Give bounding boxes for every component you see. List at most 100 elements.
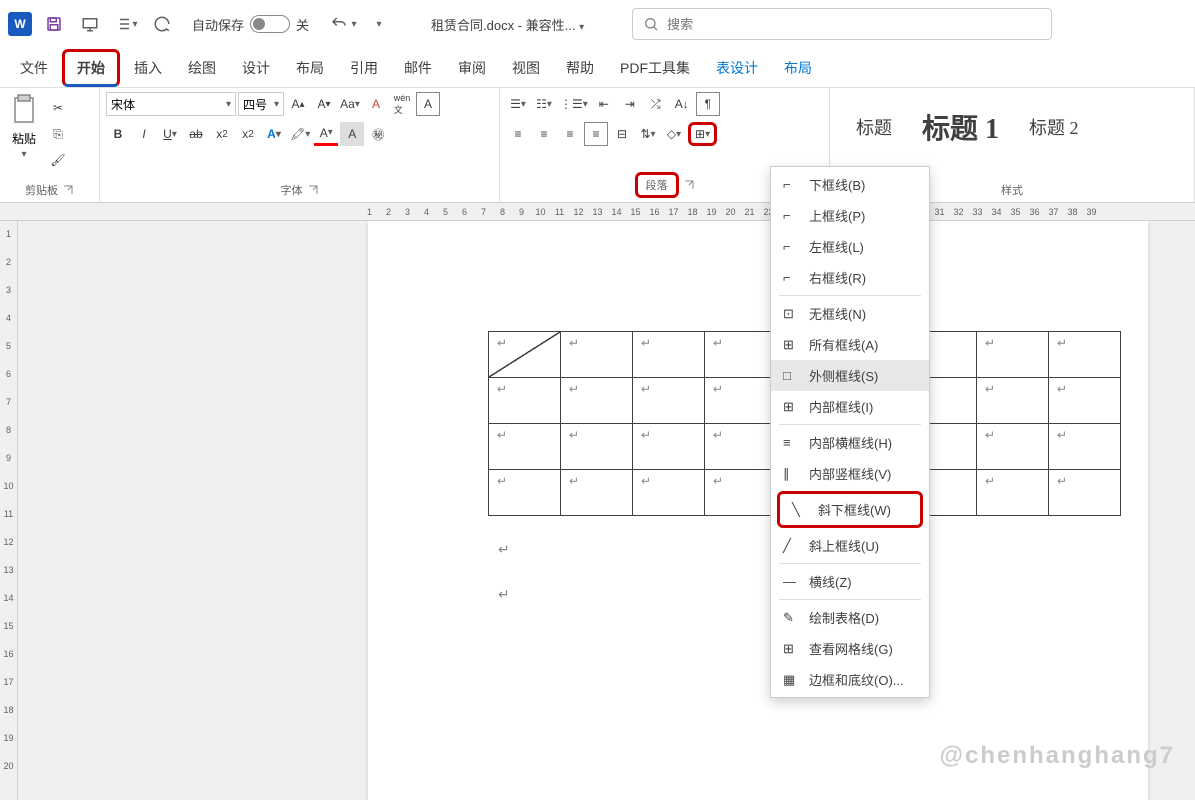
sort-icon[interactable]: ⤮ (644, 92, 668, 116)
tab-table-design[interactable]: 表设计 (704, 52, 770, 84)
tab-references[interactable]: 引用 (338, 52, 390, 84)
autosave-toggle[interactable]: 自动保存 关 (192, 15, 309, 34)
cut-icon[interactable]: ✂ (46, 96, 70, 120)
shrink-font-icon[interactable]: A▾ (312, 92, 336, 116)
table-cell[interactable]: ↵ (705, 378, 777, 424)
tab-draw[interactable]: 绘图 (176, 52, 228, 84)
border-option-outside[interactable]: □外侧框线(S) (771, 360, 929, 391)
pinyin-icon[interactable]: wén文 (390, 92, 414, 116)
table-cell[interactable]: ↵ (633, 378, 705, 424)
copy-icon[interactable]: ⎘ (46, 122, 70, 146)
tab-view[interactable]: 视图 (500, 52, 552, 84)
table-cell[interactable]: ↵ (489, 424, 561, 470)
table-cell[interactable]: ↵ (977, 332, 1049, 378)
grow-font-icon[interactable]: A▴ (286, 92, 310, 116)
border-option-diag-down[interactable]: ╲斜下框线(W) (777, 491, 923, 528)
table-cell[interactable]: ↵ (977, 378, 1049, 424)
border-option-inside-v[interactable]: ∥内部竖框线(V) (771, 458, 929, 489)
qat-more-icon[interactable]: ▾ (365, 10, 393, 38)
border-option-left[interactable]: ⌐左框线(L) (771, 231, 929, 262)
table-cell[interactable]: ↵ (1049, 332, 1121, 378)
show-marks-icon[interactable]: ¶ (696, 92, 720, 116)
paragraph-launcher-icon[interactable] (683, 179, 695, 191)
border-option-top[interactable]: ⌐上框线(P) (771, 200, 929, 231)
format-painter-icon[interactable]: 🖌 (46, 148, 70, 172)
char-shading-icon[interactable]: A (340, 122, 364, 146)
clipboard-launcher-icon[interactable] (62, 184, 74, 196)
table-cell[interactable]: ↵ (705, 424, 777, 470)
borders-button[interactable]: ⊞▾ (688, 122, 717, 146)
table-cell[interactable]: ↵ (633, 470, 705, 516)
tab-help[interactable]: 帮助 (554, 52, 606, 84)
underline-button[interactable]: U▾ (158, 122, 182, 146)
numbering-icon[interactable]: ☷▾ (532, 92, 556, 116)
distribute-icon[interactable]: ⊟ (610, 122, 634, 146)
subscript-button[interactable]: x2 (210, 122, 234, 146)
vertical-ruler[interactable]: 1234567891011121314151617181920 (0, 221, 18, 800)
table-cell[interactable]: ↵ (977, 470, 1049, 516)
border-option-inside[interactable]: ⊞内部框线(I) (771, 391, 929, 422)
highlight-icon[interactable]: 🖍▾ (288, 122, 312, 146)
multilevel-icon[interactable]: ⋮☰▾ (558, 92, 590, 116)
border-option-dialog[interactable]: ▦边框和底纹(O)... (771, 664, 929, 695)
table-cell[interactable]: ↵ (633, 332, 705, 378)
table-cell[interactable]: ↵ (1049, 424, 1121, 470)
table-cell[interactable]: ↵ (561, 378, 633, 424)
table-cell[interactable]: ↵ (1049, 470, 1121, 516)
tab-insert[interactable]: 插入 (122, 52, 174, 84)
bullets-icon[interactable]: ☰▾ (506, 92, 530, 116)
page[interactable]: ↵↵↵↵↵↵ ↵↵↵↵↵↵ ↵↵↵↵↵↵ ↵↵↵↵↵↵ ↵ ↵ (368, 221, 1148, 800)
increase-indent-icon[interactable]: ⇥ (618, 92, 642, 116)
align-justify-icon[interactable]: ≡ (584, 122, 608, 146)
search-input[interactable] (632, 8, 1052, 40)
table-cell[interactable]: ↵ (561, 470, 633, 516)
tab-pdf[interactable]: PDF工具集 (608, 52, 702, 84)
change-case-icon[interactable]: Aa▾ (338, 92, 362, 116)
text-effects-icon[interactable]: A▾ (262, 122, 286, 146)
present-icon[interactable] (76, 10, 104, 38)
tab-file[interactable]: 文件 (8, 52, 60, 84)
tab-review[interactable]: 审阅 (446, 52, 498, 84)
list-icon[interactable]: ▾ (112, 10, 140, 38)
style-heading2[interactable]: 标题 2 (1029, 114, 1079, 140)
sort2-icon[interactable]: A↓ (670, 92, 694, 116)
style-title[interactable]: 标题 (856, 114, 892, 140)
italic-button[interactable]: I (132, 122, 156, 146)
font-size-select[interactable]: 四号▾ (238, 92, 284, 116)
table-cell[interactable]: ↵ (489, 378, 561, 424)
tab-design[interactable]: 设计 (230, 52, 282, 84)
horizontal-ruler[interactable]: 1234567891011121314151617181920212223242… (0, 203, 1195, 221)
tab-table-layout[interactable]: 布局 (772, 52, 824, 84)
enclose-char-icon[interactable]: ㊙ (366, 122, 390, 146)
line-spacing-icon[interactable]: ⇅▾ (636, 122, 660, 146)
style-heading1[interactable]: 标题 1 (922, 107, 999, 147)
superscript-button[interactable]: x2 (236, 122, 260, 146)
font-color-icon[interactable]: A▾ (314, 122, 338, 146)
table-cell[interactable]: ↵ (1049, 378, 1121, 424)
decrease-indent-icon[interactable]: ⇤ (592, 92, 616, 116)
border-option-bottom[interactable]: ⌐下框线(B) (771, 169, 929, 200)
tab-layout[interactable]: 布局 (284, 52, 336, 84)
border-option-draw[interactable]: ✎绘制表格(D) (771, 602, 929, 633)
tab-home[interactable]: 开始 (62, 49, 120, 87)
tab-mail[interactable]: 邮件 (392, 52, 444, 84)
undo-icon[interactable]: ▾ (329, 10, 357, 38)
align-left-icon[interactable]: ≡ (506, 122, 530, 146)
paste-button[interactable]: 粘贴 (12, 130, 36, 147)
border-option-inside-h[interactable]: ≡内部横框线(H) (771, 427, 929, 458)
redo-icon[interactable] (148, 10, 176, 38)
border-option-right[interactable]: ⌐右框线(R) (771, 262, 929, 293)
shading-icon[interactable]: ◇▾ (662, 122, 686, 146)
table-cell[interactable]: ↵ (705, 470, 777, 516)
align-right-icon[interactable]: ≡ (558, 122, 582, 146)
paste-icon[interactable] (6, 92, 42, 128)
table-cell[interactable]: ↵ (633, 424, 705, 470)
char-border-icon[interactable]: A (416, 92, 440, 116)
save-icon[interactable] (40, 10, 68, 38)
table-cell[interactable]: ↵ (705, 332, 777, 378)
border-option-diag-up[interactable]: ╱斜上框线(U) (771, 530, 929, 561)
table-cell[interactable]: ↵ (489, 470, 561, 516)
table-cell[interactable]: ↵ (561, 332, 633, 378)
strike-button[interactable]: ab (184, 122, 208, 146)
align-center-icon[interactable]: ≡ (532, 122, 556, 146)
